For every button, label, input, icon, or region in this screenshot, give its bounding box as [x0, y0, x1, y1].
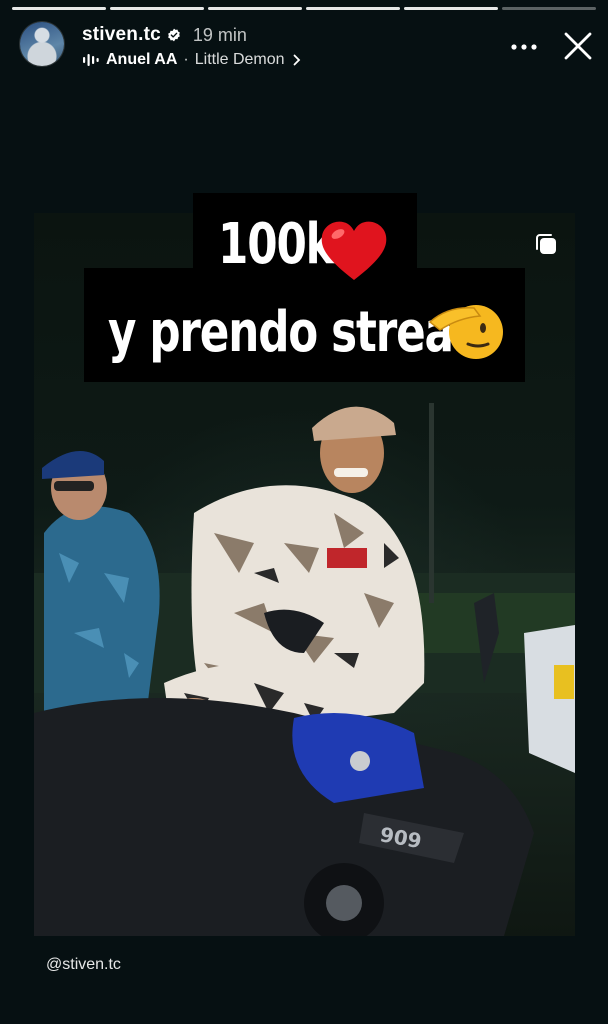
saluting-face-emoji [428, 305, 503, 359]
music-song-title: Little Demon [194, 51, 285, 68]
caption-line-1: 100k [218, 212, 335, 277]
verified-badge-icon [168, 28, 180, 42]
progress-segment [110, 7, 204, 10]
progress-segment [404, 7, 498, 10]
story-progress-bar [12, 7, 596, 10]
user-line: stiven.tc 19 min [82, 24, 247, 46]
chevron-right-icon [293, 54, 300, 66]
story-header: stiven.tc 19 min Anuel AA · Little Demon [20, 22, 594, 74]
progress-segment [208, 7, 302, 10]
music-artist: Anuel AA [106, 51, 178, 68]
progress-segment-current [502, 7, 596, 10]
red-heart-emoji [321, 221, 387, 280]
multiple-photos-icon [536, 234, 556, 254]
post-time: 19 min [192, 24, 247, 45]
progress-segment [12, 7, 106, 10]
music-attribution[interactable]: Anuel AA · Little Demon [82, 51, 301, 69]
mention-tag[interactable]: @stiven.tc [46, 956, 121, 974]
username[interactable]: stiven.tc [82, 24, 161, 46]
progress-segment [306, 7, 400, 10]
music-separator: · [183, 51, 189, 68]
avatar[interactable] [20, 22, 64, 66]
more-horizontal-icon[interactable] [510, 42, 538, 52]
audio-waveform-icon [83, 54, 99, 66]
close-icon[interactable] [562, 30, 594, 62]
